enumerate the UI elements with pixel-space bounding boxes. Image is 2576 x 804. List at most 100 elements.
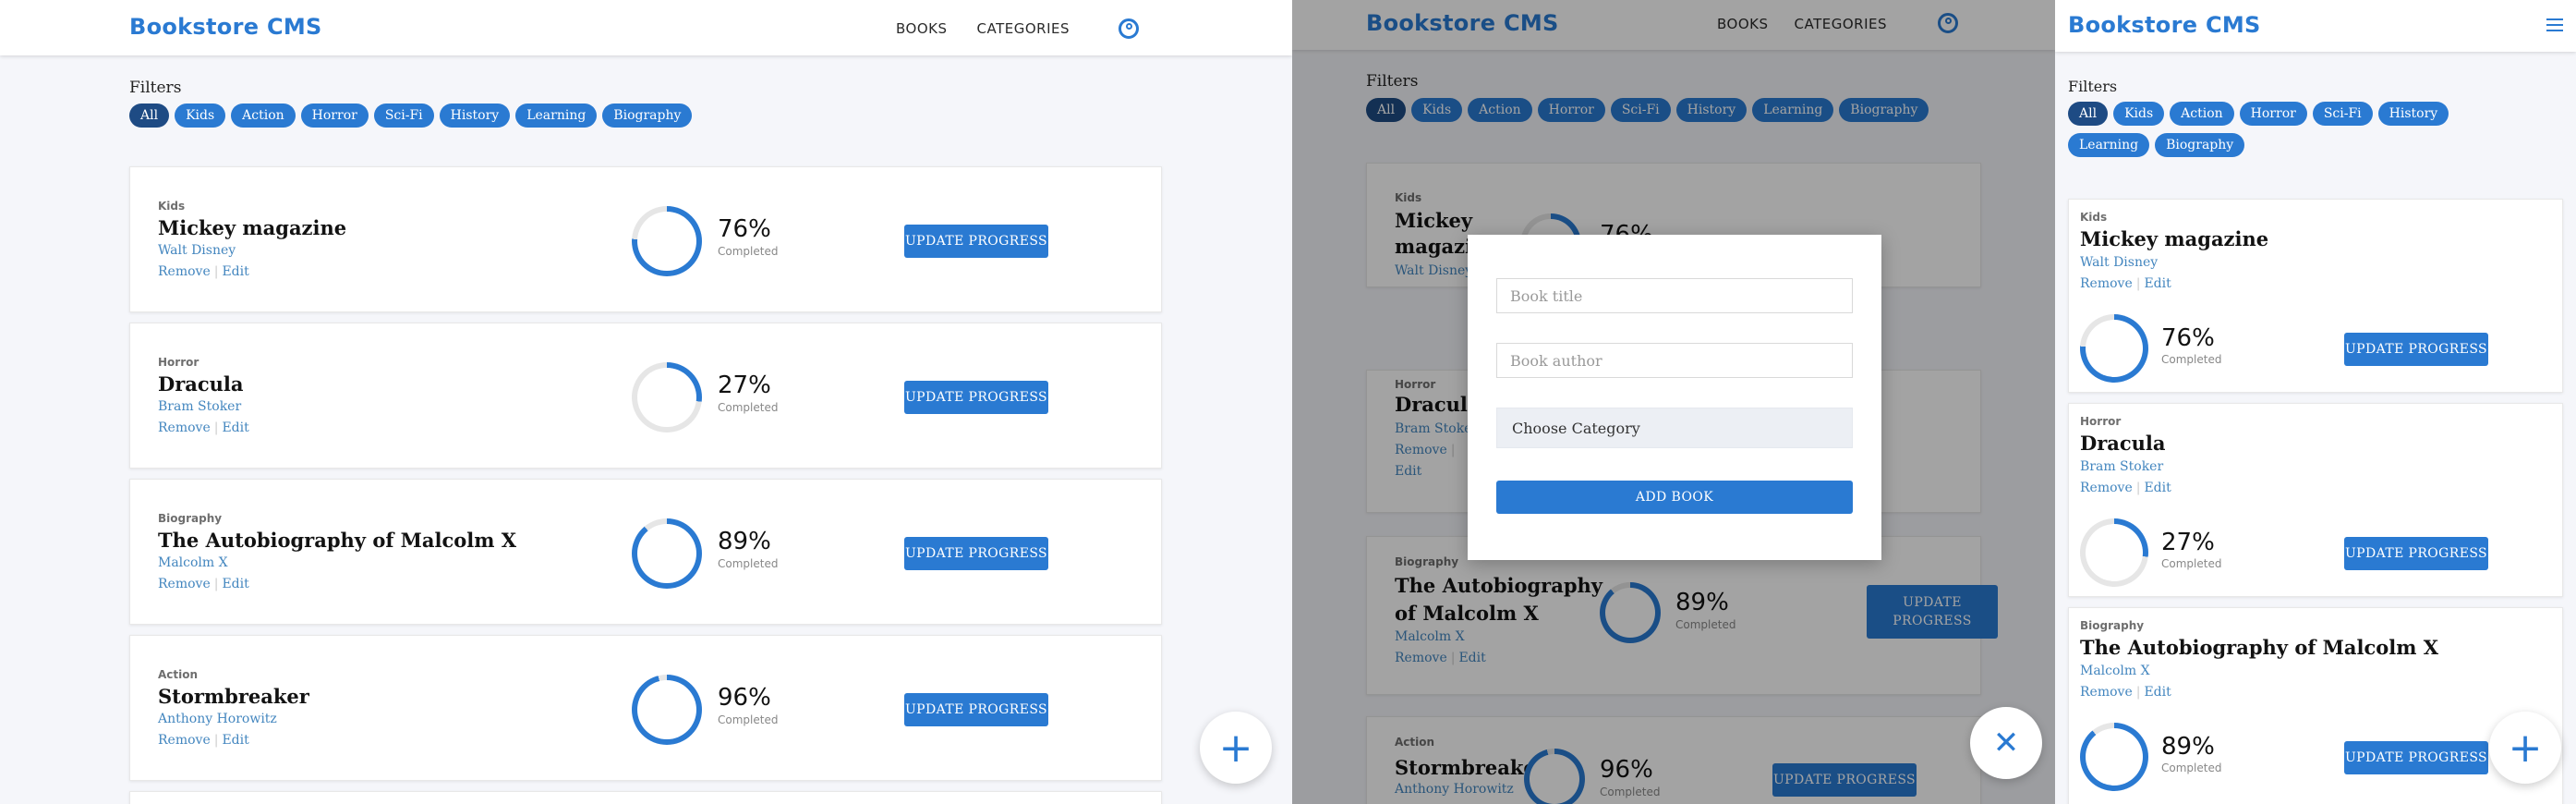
book-card: Action Stormbreaker Anthony Horowitz Rem… xyxy=(129,635,1162,781)
book-category: Horror xyxy=(158,356,200,369)
book-title: Mickey magazine xyxy=(158,216,347,239)
update-progress-button[interactable]: UPDATE PROGRESS xyxy=(2344,741,2488,774)
filter-chip-history[interactable]: History xyxy=(2377,102,2449,126)
update-progress-button[interactable]: UPDATE PROGRESS xyxy=(2344,537,2488,570)
edit-link[interactable]: Edit xyxy=(222,577,248,591)
user-icon[interactable] xyxy=(1119,18,1139,39)
desktop-view: Bookstore CMS BOOKS CATEGORIES Filters A… xyxy=(0,0,1292,804)
update-progress-button[interactable]: UPDATE PROGRESS xyxy=(904,537,1048,570)
add-book-fab[interactable]: + xyxy=(1200,712,1272,784)
book-actions: Remove | Edit xyxy=(2080,276,2171,291)
filter-chip-horror[interactable]: Horror xyxy=(300,104,369,128)
remove-link[interactable]: Remove xyxy=(2080,276,2133,291)
filter-chip-horror[interactable]: Horror xyxy=(2239,102,2307,126)
progress-percent: 27% xyxy=(718,372,771,399)
update-progress-button[interactable]: UPDATE PROGRESS xyxy=(904,381,1048,414)
book-card: Biography The Autobiography of Malcolm X… xyxy=(2068,607,2563,804)
add-book-fab[interactable]: + xyxy=(2489,712,2561,784)
nav-categories-link[interactable]: CATEGORIES xyxy=(977,20,1070,37)
book-category: Biography xyxy=(2080,619,2145,632)
remove-link[interactable]: Remove xyxy=(158,420,211,435)
book-title-input[interactable] xyxy=(1496,278,1853,313)
remove-link[interactable]: Remove xyxy=(158,733,211,748)
filter-chip-scifi[interactable]: Sci-Fi xyxy=(2312,102,2373,126)
update-progress-button[interactable]: UPDATE PROGRESS xyxy=(2344,333,2488,366)
filter-chips: All Kids Action Horror Sci-Fi History Le… xyxy=(129,104,693,128)
progress-completed-label: Completed xyxy=(718,401,779,414)
category-select[interactable]: Choose Category xyxy=(1496,408,1853,448)
filter-chip-kids[interactable]: Kids xyxy=(175,104,226,128)
book-title: The Autobiography of Malcolm X xyxy=(158,529,517,552)
book-category: Horror xyxy=(2080,415,2122,428)
remove-link[interactable]: Remove xyxy=(2080,481,2133,495)
filter-chip-all[interactable]: All xyxy=(129,104,170,128)
main-nav: BOOKS CATEGORIES xyxy=(896,20,1070,37)
book-title: Mickey magazine xyxy=(2080,227,2269,250)
add-book-modal: Choose Category ADD BOOK xyxy=(1468,235,1881,560)
filter-chip-all[interactable]: All xyxy=(2068,102,2109,126)
book-author[interactable]: Walt Disney xyxy=(158,243,236,258)
edit-link[interactable]: Edit xyxy=(222,733,248,748)
add-icon: + xyxy=(2508,724,2543,772)
progress-percent: 27% xyxy=(2161,529,2215,556)
filter-chip-history[interactable]: History xyxy=(439,104,511,128)
book-actions: Remove | Edit xyxy=(2080,481,2171,495)
progress-ring xyxy=(2080,723,2148,791)
book-card: Horror Dracula Bram Stoker Remove | Edit 2… xyxy=(2068,403,2563,597)
book-card: Biography The Autobiography of Malcolm X… xyxy=(129,479,1162,625)
progress-percent: 76% xyxy=(718,215,771,243)
progress-completed-label: Completed xyxy=(2161,353,2222,366)
filter-chip-biography[interactable]: Biography xyxy=(602,104,693,128)
menu-icon[interactable] xyxy=(2546,18,2563,35)
remove-link[interactable]: Remove xyxy=(158,264,211,279)
nav-books-link[interactable]: BOOKS xyxy=(896,20,948,37)
book-author[interactable]: Malcolm X xyxy=(158,555,228,570)
close-modal-fab[interactable]: ✕ xyxy=(1970,707,2042,779)
filter-chip-kids[interactable]: Kids xyxy=(2113,102,2165,126)
book-author-input[interactable] xyxy=(1496,343,1853,378)
edit-link[interactable]: Edit xyxy=(222,420,248,435)
progress-ring xyxy=(632,518,702,589)
mobile-view: Bookstore CMS Filters All Kids Action Ho… xyxy=(2055,0,2576,804)
modal-view: Bookstore CMS BOOKS CATEGORIES Filters A… xyxy=(1292,0,2055,804)
remove-link[interactable]: Remove xyxy=(2080,685,2133,700)
filter-chip-action[interactable]: Action xyxy=(231,104,296,128)
update-progress-button[interactable]: UPDATE PROGRESS xyxy=(904,693,1048,726)
book-author[interactable]: Walt Disney xyxy=(2080,255,2158,270)
book-author[interactable]: Bram Stoker xyxy=(158,399,241,414)
filter-chips: All Kids Action Horror Sci-Fi History Le… xyxy=(2068,102,2530,157)
edit-link[interactable]: Edit xyxy=(2144,685,2171,700)
remove-link[interactable]: Remove xyxy=(158,577,211,591)
book-actions: Remove | Edit xyxy=(2080,685,2171,700)
progress-percent: 76% xyxy=(2161,324,2215,352)
update-progress-button[interactable]: UPDATE PROGRESS xyxy=(904,225,1048,258)
brand-logo[interactable]: Bookstore CMS xyxy=(129,14,322,40)
progress-completed-label: Completed xyxy=(2161,761,2222,774)
filter-chip-biography[interactable]: Biography xyxy=(2155,133,2245,157)
progress-completed-label: Completed xyxy=(718,245,779,258)
add-book-button[interactable]: ADD BOOK xyxy=(1496,481,1853,514)
book-author[interactable]: Anthony Horowitz xyxy=(158,712,277,726)
filters-title: Filters xyxy=(2068,78,2118,95)
filters-title: Filters xyxy=(129,79,182,97)
book-author[interactable]: Malcolm X xyxy=(2080,664,2150,678)
edit-link[interactable]: Edit xyxy=(2144,276,2171,291)
book-actions: Remove | Edit xyxy=(158,264,249,279)
filter-chip-action[interactable]: Action xyxy=(2170,102,2234,126)
category-select-value: Choose Category xyxy=(1512,419,1640,437)
edit-link[interactable]: Edit xyxy=(222,264,248,279)
book-title: The Autobiography of Malcolm X xyxy=(2080,636,2439,659)
filter-chip-learning[interactable]: Learning xyxy=(515,104,598,128)
edit-link[interactable]: Edit xyxy=(2144,481,2171,495)
filter-chip-learning[interactable]: Learning xyxy=(2068,133,2150,157)
book-category: Kids xyxy=(2080,211,2108,224)
brand-logo[interactable]: Bookstore CMS xyxy=(2068,12,2261,38)
filter-chip-scifi[interactable]: Sci-Fi xyxy=(373,104,434,128)
book-author[interactable]: Bram Stoker xyxy=(2080,459,2163,474)
app-header: Bookstore CMS BOOKS CATEGORIES xyxy=(0,0,1292,55)
progress-completed-label: Completed xyxy=(2161,557,2222,570)
book-category: Kids xyxy=(158,200,186,213)
book-actions: Remove | Edit xyxy=(158,733,249,748)
progress-percent: 89% xyxy=(718,528,771,555)
progress-ring xyxy=(2080,314,2148,383)
